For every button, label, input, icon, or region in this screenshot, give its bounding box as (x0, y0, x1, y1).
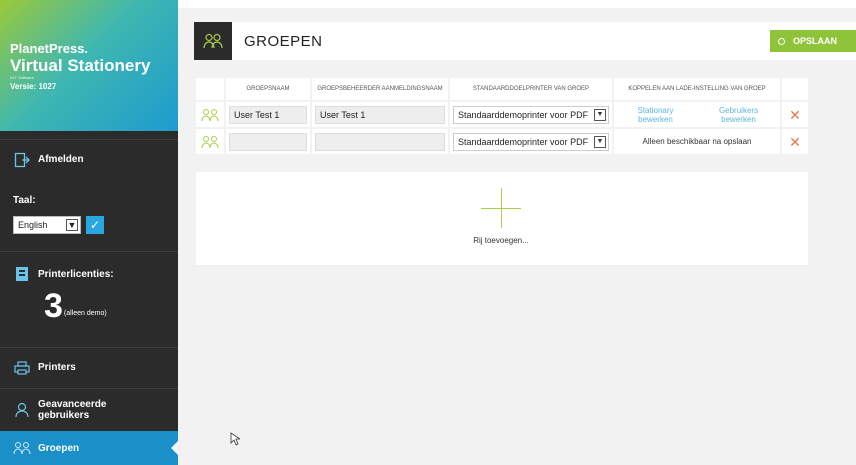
license-count: 3 (44, 287, 63, 325)
brand-logo: PlanetPress. Virtual Stationery XLT Soft… (0, 0, 178, 131)
page-header: GROEPEN OPSLAAN (194, 22, 856, 60)
logout-icon (13, 151, 31, 169)
language-value: English (18, 220, 48, 230)
group-name-input[interactable] (229, 132, 307, 151)
admin-login-input[interactable]: User Test 1 (315, 105, 445, 124)
edit-stationery-link[interactable]: Stationary bewerken (628, 106, 684, 124)
groups-label: Groepen (38, 442, 80, 454)
save-icon (778, 37, 785, 45)
groups-icon (13, 439, 31, 457)
mouse-cursor-icon (230, 432, 242, 451)
printer-icon (13, 359, 31, 377)
groups-icon (196, 102, 224, 127)
delete-icon[interactable]: ✕ (789, 135, 801, 149)
edit-users-link[interactable]: Gebruikers bewerken (711, 106, 767, 124)
admin-login-input[interactable] (315, 132, 445, 151)
printers-label: Printers (38, 362, 76, 373)
save-required-note: Alleen beschikbaar na opslaan (642, 137, 752, 146)
add-row-label: Rij toevoegen... (473, 236, 529, 245)
save-label: OPSLAAN (793, 36, 838, 46)
licenses-label: Printerlicenties: (38, 268, 114, 280)
page-title: GROEPEN (244, 32, 323, 50)
save-button[interactable]: OPSLAAN (770, 30, 856, 52)
column-header: GROEPSBEHEERDER AANMELDINGSNAAM (312, 78, 448, 100)
table-row: Standaarddemoprinter voor PDF ▼ Alleen b… (196, 129, 810, 154)
groups-icon (194, 22, 232, 60)
license-icon (13, 265, 31, 283)
column-header: STANDAARDDOELPRINTER VAN GROEP (450, 78, 612, 100)
user-icon (13, 401, 31, 419)
logout-button[interactable]: Afmelden (0, 139, 178, 179)
chevron-down-icon: ▼ (594, 135, 606, 148)
column-header: GROEPSNAAM (226, 78, 310, 100)
sidebar-item-printers[interactable]: Printers (0, 347, 178, 387)
table-row: User Test 1 User Test 1 Standaarddemopri… (196, 102, 810, 127)
language-section: Taal: English ▼ ✓ (0, 181, 178, 249)
groups-table: GROEPSNAAM GROEPSBEHEERDER AANMELDINGSNA… (196, 78, 810, 154)
table-header: GROEPSNAAM GROEPSBEHEERDER AANMELDINGSNA… (196, 78, 810, 100)
printer-value: Standaarddemoprinter voor PDF (458, 109, 589, 120)
printer-select[interactable]: Standaarddemoprinter voor PDF ▼ (453, 132, 609, 151)
printer-licenses-section: Printerlicenties: 3 (alleen demo) (0, 251, 178, 349)
add-row-area: Rij toevoegen... (196, 172, 808, 265)
language-select[interactable]: English ▼ (13, 216, 81, 234)
delete-icon[interactable]: ✕ (789, 108, 801, 122)
sidebar-item-advanced-users[interactable]: Geavanceerde gebruikers (0, 388, 178, 430)
printer-select[interactable]: Standaarddemoprinter voor PDF ▼ (453, 105, 609, 124)
sidebar-item-groups[interactable]: Groepen (0, 431, 178, 465)
printer-value: Standaarddemoprinter voor PDF (458, 136, 589, 147)
advanced-users-label: Geavanceerde gebruikers (38, 398, 107, 421)
brand-line1: PlanetPress. (10, 41, 89, 56)
groups-icon (196, 129, 224, 154)
logout-label: Afmelden (38, 154, 84, 165)
check-icon[interactable]: ✓ (86, 216, 104, 234)
main-content: GROEPEN OPSLAAN GROEPSNAAM GROEPSBEHEERD… (178, 0, 856, 465)
brand-line2: Virtual Stationery (10, 56, 151, 75)
sidebar: PlanetPress. Virtual Stationery XLT Soft… (0, 0, 178, 465)
add-row-button[interactable]: Rij toevoegen... (456, 186, 546, 258)
column-header: KOPPELEN AAN LADE-INSTELLING VAN GROEP (614, 78, 780, 100)
group-name-input[interactable]: User Test 1 (229, 105, 307, 124)
chevron-down-icon: ▼ (594, 108, 606, 121)
chevron-down-icon: ▼ (66, 219, 78, 231)
license-note: (alleen demo) (63, 310, 107, 317)
language-label: Taal: (13, 195, 36, 206)
version-label: Versie: 1027 (10, 82, 57, 91)
